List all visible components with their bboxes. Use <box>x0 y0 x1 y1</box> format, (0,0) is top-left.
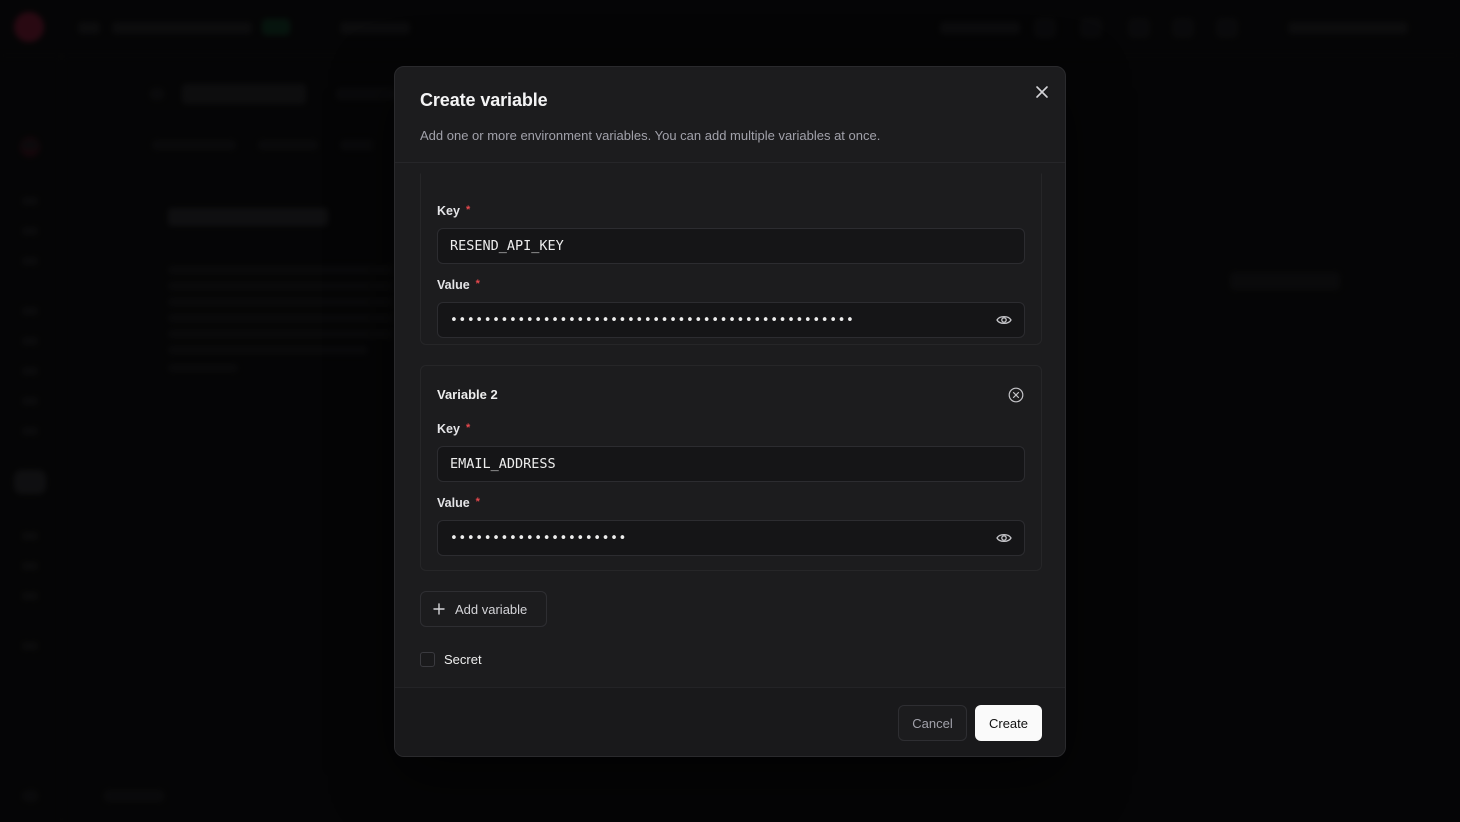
create-variable-dialog: Create variable Add one or more environm… <box>394 66 1066 757</box>
value-label: Value * <box>437 496 480 510</box>
masked-value: ••••••••••••••••••••• <box>450 531 627 546</box>
secret-option: Secret <box>420 652 482 667</box>
value-label: Value * <box>437 278 480 292</box>
variable-card: Variable 2 Key * EMAIL_ADDRESS Value * •••… <box>420 365 1042 571</box>
close-button[interactable] <box>1031 81 1053 103</box>
variable-title: Variable 2 <box>437 387 498 402</box>
key-input[interactable]: RESEND_API_KEY <box>437 228 1025 264</box>
required-marker: * <box>475 278 480 290</box>
secret-label[interactable]: Secret <box>444 652 482 667</box>
circle-x-icon <box>1008 387 1024 403</box>
plus-icon <box>433 603 445 615</box>
add-variable-label: Add variable <box>455 601 528 617</box>
add-variable-button[interactable]: Add variable <box>420 591 547 627</box>
value-input[interactable]: ••••••••••••••••••••••••••••••••••••••••… <box>437 302 1025 338</box>
required-marker: * <box>465 204 471 216</box>
key-label: Key * <box>437 422 471 436</box>
eye-icon <box>996 533 1012 543</box>
cancel-button[interactable]: Cancel <box>898 705 967 741</box>
value-input[interactable]: ••••••••••••••••••••• <box>437 520 1025 556</box>
required-marker: * <box>475 496 480 508</box>
masked-value: ••••••••••••••••••••••••••••••••••••••••… <box>450 313 855 328</box>
secret-checkbox[interactable] <box>420 652 435 667</box>
create-button[interactable]: Create <box>975 705 1042 741</box>
dialog-title: Create variable <box>420 90 548 110</box>
dialog-description: Add one or more environment variables. Y… <box>420 128 881 143</box>
toggle-visibility-button[interactable] <box>994 529 1014 547</box>
toggle-visibility-button[interactable] <box>994 311 1014 329</box>
dialog-footer: Cancel Create <box>395 687 1065 756</box>
required-marker: * <box>465 422 471 434</box>
close-icon <box>1036 86 1048 98</box>
key-label: Key * <box>437 204 471 218</box>
remove-variable-button[interactable] <box>1007 386 1025 404</box>
key-input[interactable]: EMAIL_ADDRESS <box>437 446 1025 482</box>
variable-card: Key * RESEND_API_KEY Value * •••••••••••••… <box>420 173 1042 345</box>
eye-icon <box>996 315 1012 325</box>
